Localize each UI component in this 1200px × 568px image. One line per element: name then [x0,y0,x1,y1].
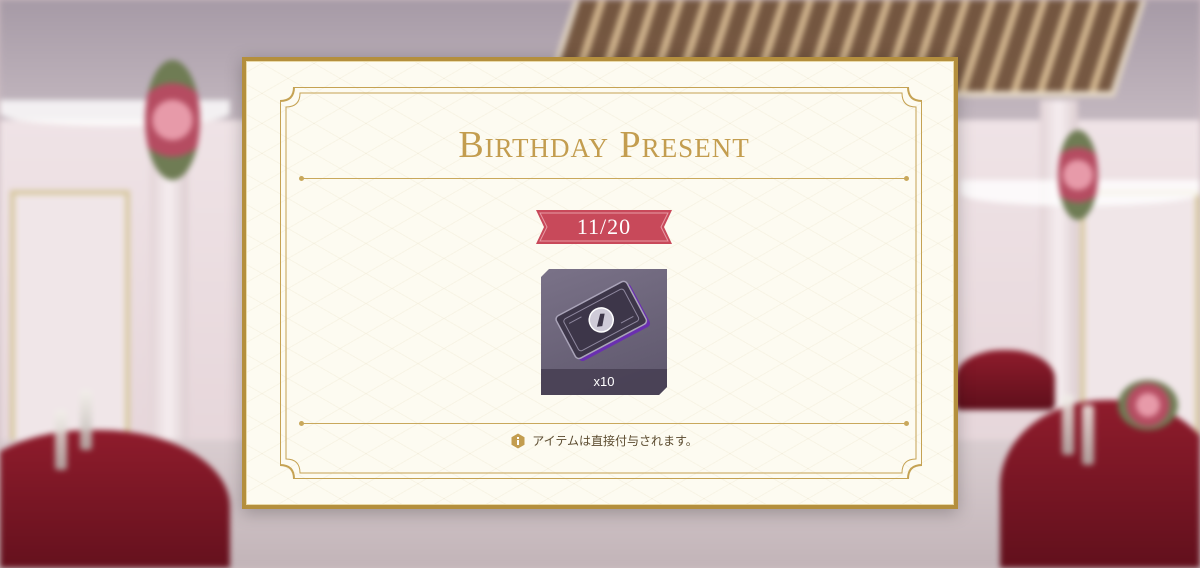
banquet-table [1000,400,1200,568]
banquet-table [955,350,1055,410]
champagne-glass [80,390,92,450]
note-text: アイテムは直接付与されます。 [532,434,698,448]
wall-panel [10,190,130,470]
champagne-glass [55,410,67,470]
flower-arrangement [1058,130,1098,220]
flower-arrangement [1118,380,1178,430]
bottom-divider [299,421,909,426]
flower-arrangement [145,60,200,180]
item-quantity: x10 [593,374,615,389]
info-note: アイテムは直接付与されます。 [246,432,962,454]
dialog-title: Birthday Present [458,124,750,166]
champagne-glass [1062,395,1074,455]
reward-item[interactable]: x10 [541,269,667,395]
date-ribbon: 11/20 [536,208,672,246]
info-icon [511,433,525,448]
date-label: 11/20 [576,214,632,239]
ticket-item-icon [547,275,661,371]
birthday-present-dialog[interactable]: Birthday Present 11/20 x10 アイテムは直接付与されます… [242,57,958,509]
title-divider [299,176,909,181]
champagne-glass [1082,405,1094,465]
